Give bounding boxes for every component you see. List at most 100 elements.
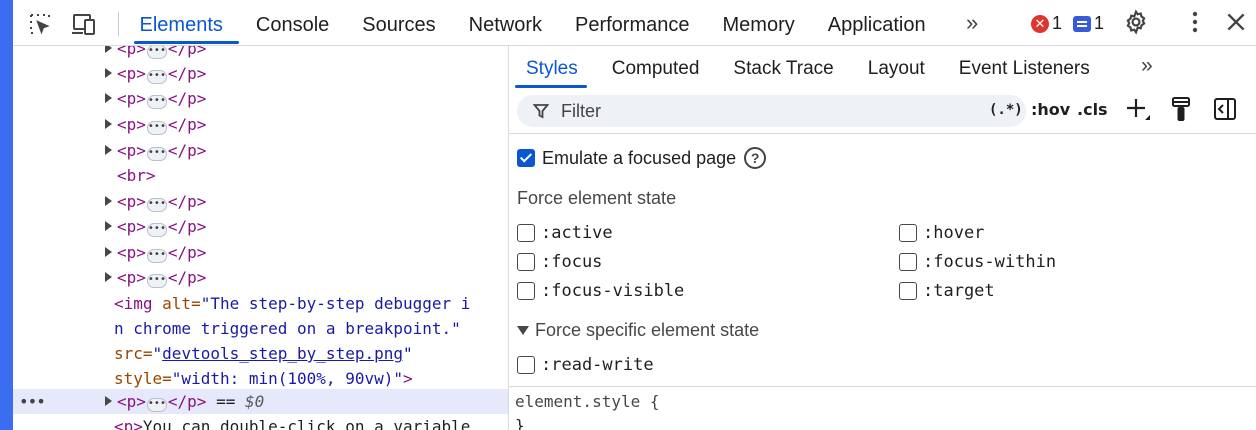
error-count-badge[interactable]: ✕ 1 [1031, 13, 1062, 34]
toolbar-separator [118, 12, 119, 36]
ellipsis-icon[interactable]: ••• [146, 147, 167, 161]
dom-node-p[interactable]: <p> ••• </p> [13, 46, 508, 61]
checkbox-box[interactable] [517, 253, 535, 271]
tab-performance[interactable]: Performance [559, 0, 707, 46]
state-active-checkbox[interactable]: :active [517, 223, 613, 243]
styles-pane: Styles Computed Stack Trace Layout Event… [509, 46, 1256, 430]
ellipsis-icon[interactable]: ••• [146, 223, 167, 237]
toggle-sidebar-icon[interactable] [1212, 96, 1238, 127]
checkbox-box[interactable] [899, 224, 917, 242]
message-count: 1 [1094, 13, 1105, 33]
expand-triangle-icon[interactable] [105, 247, 112, 257]
filter-box[interactable]: (.*) [517, 95, 1026, 127]
dom-node-img[interactable]: <img alt="The step-by-step debugger i [13, 291, 508, 316]
state-focus-within-checkbox[interactable]: :focus-within [899, 252, 1056, 272]
dom-node-p[interactable]: <p> ••• </p> [13, 240, 508, 265]
state-hover-checkbox[interactable]: :hover [899, 223, 984, 243]
ellipsis-icon[interactable]: ••• [146, 398, 167, 412]
more-options-icon[interactable] [1183, 9, 1207, 40]
state-focus-checkbox[interactable]: :focus [517, 252, 602, 272]
force-specific-state-toggle[interactable]: Force specific element state [517, 320, 759, 341]
hov-toggle[interactable]: :hov [1031, 100, 1070, 119]
ellipsis-icon[interactable]: ••• [146, 95, 167, 109]
checkbox-box[interactable] [517, 356, 535, 374]
row-actions-icon[interactable]: ••• [19, 389, 46, 414]
cls-toggle[interactable]: .cls [1077, 100, 1108, 119]
dom-node-p[interactable]: <p> ••• </p> [13, 112, 508, 137]
message-count-badge[interactable]: 1 [1073, 13, 1104, 34]
element-state-panel: Emulate a focused page ? Force element s… [509, 135, 1256, 387]
dom-node-br[interactable]: <br> [13, 163, 508, 188]
checkbox-box[interactable] [517, 282, 535, 300]
ellipsis-icon[interactable]: ••• [146, 46, 167, 59]
ellipsis-icon[interactable]: ••• [146, 274, 167, 288]
tab-console[interactable]: Console [239, 0, 345, 46]
regex-toggle[interactable]: (.*) [989, 102, 1023, 118]
element-style-close: } [515, 416, 525, 430]
expand-triangle-icon[interactable] [105, 68, 112, 78]
dom-node-img-style[interactable]: style="width: min(100%, 90vw)"> [13, 366, 508, 391]
tab-network[interactable]: Network [452, 0, 558, 46]
expand-triangle-icon[interactable] [105, 396, 112, 406]
close-icon[interactable] [1223, 9, 1249, 40]
left-edge-strip [0, 0, 13, 430]
new-style-rule-icon[interactable] [1125, 96, 1153, 127]
expand-triangle-icon[interactable] [105, 93, 112, 103]
emulate-focus-label: Emulate a focused page [542, 147, 737, 168]
filter-input[interactable] [561, 95, 981, 127]
expand-triangle-icon[interactable] [105, 46, 112, 53]
dom-node-img-alt-continued[interactable]: n chrome triggered on a breakpoint." [13, 316, 508, 341]
checkbox-box[interactable] [517, 224, 535, 242]
dom-tree: <p> ••• </p> <p> ••• </p> <p> ••• </p> <p> ••• <… [13, 46, 508, 430]
dom-node-p[interactable]: <p> ••• </p> [13, 214, 508, 239]
filter-funnel-icon [532, 103, 550, 124]
expand-triangle-icon[interactable] [105, 119, 112, 129]
expand-triangle-icon[interactable] [105, 221, 112, 231]
expand-triangle-icon[interactable] [105, 196, 112, 206]
more-sidebar-tabs-icon[interactable]: » [1141, 54, 1153, 78]
dom-node-p[interactable]: <p> ••• </p> [13, 189, 508, 214]
dom-node-img-src[interactable]: src="devtools_step_by_step.png" [13, 341, 508, 366]
error-count: 1 [1052, 13, 1063, 33]
tab-sources[interactable]: Sources [346, 0, 452, 46]
force-state-title: Force element state [517, 188, 677, 208]
tab-elements[interactable]: Elements [123, 0, 240, 46]
dom-node-p-selected[interactable]: ••• <p> ••• </p> == $0 [13, 389, 508, 414]
main-tabs: Elements Console Sources Network Perform… [123, 0, 942, 46]
element-style-rule[interactable]: element.style { [515, 392, 660, 411]
tab-computed[interactable]: Computed [595, 46, 717, 88]
ellipsis-icon[interactable]: ••• [146, 249, 167, 263]
device-toolbar-icon[interactable] [71, 11, 97, 37]
message-icon [1073, 15, 1091, 32]
ellipsis-icon[interactable]: ••• [146, 198, 167, 212]
inspect-element-icon[interactable] [27, 11, 53, 37]
more-tabs-icon[interactable]: » [966, 10, 978, 36]
tab-event-listeners[interactable]: Event Listeners [942, 46, 1107, 88]
state-focus-visible-checkbox[interactable]: :focus-visible [517, 281, 684, 301]
state-read-write-checkbox[interactable]: :read-write [517, 355, 654, 375]
tab-application[interactable]: Application [811, 0, 942, 46]
dom-node-p[interactable]: <p> ••• </p> [13, 61, 508, 86]
ellipsis-icon[interactable]: ••• [146, 121, 167, 135]
tab-stack-trace[interactable]: Stack Trace [716, 46, 850, 88]
src-link[interactable]: devtools_step_by_step.png [162, 344, 403, 363]
settings-gear-icon[interactable] [1123, 9, 1149, 40]
dom-node-p-text[interactable]: <p>You can double-click on a variable [13, 414, 508, 430]
expand-triangle-icon[interactable] [105, 145, 112, 155]
tab-layout[interactable]: Layout [851, 46, 942, 88]
help-icon[interactable]: ? [744, 147, 767, 169]
state-target-checkbox[interactable]: :target [899, 281, 995, 301]
dom-node-p[interactable]: <p> ••• </p> [13, 86, 508, 111]
tab-styles[interactable]: Styles [509, 46, 595, 88]
error-icon: ✕ [1031, 14, 1049, 33]
emulate-focused-page[interactable]: Emulate a focused page ? [517, 147, 767, 169]
dom-node-p[interactable]: <p> ••• </p> [13, 138, 508, 163]
paint-brush-icon[interactable] [1169, 96, 1193, 127]
dom-node-p[interactable]: <p> ••• </p> [13, 265, 508, 290]
checkbox-box[interactable] [899, 282, 917, 300]
ellipsis-icon[interactable]: ••• [146, 70, 167, 84]
expand-triangle-icon[interactable] [105, 272, 112, 282]
tab-memory[interactable]: Memory [706, 0, 811, 46]
checkbox-box[interactable] [899, 253, 917, 271]
emulate-focus-checkbox[interactable] [517, 149, 535, 167]
